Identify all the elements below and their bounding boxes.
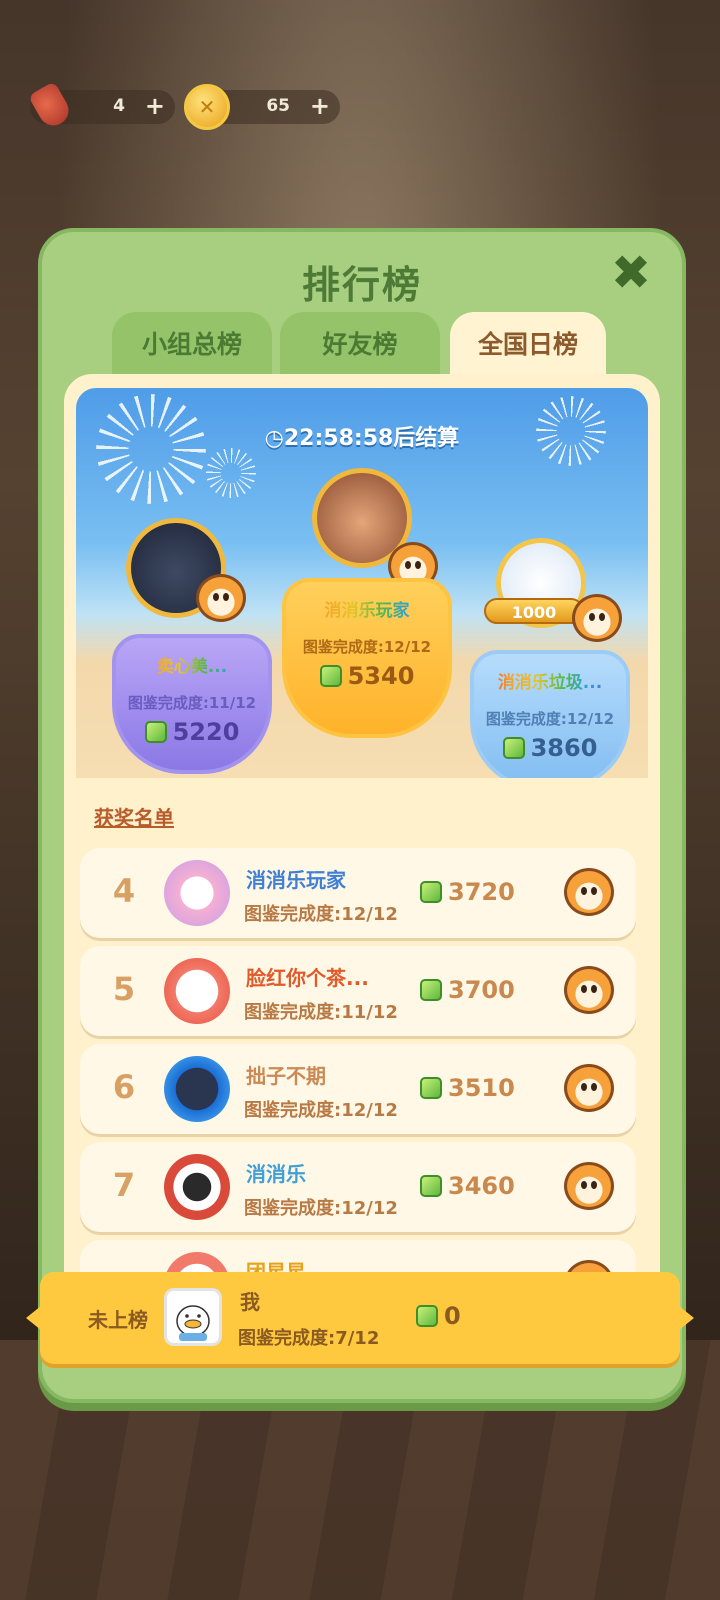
gem-icon — [420, 1077, 442, 1099]
gem-icon — [416, 1305, 438, 1327]
firework-decoration — [206, 448, 256, 498]
player-name: 卖心美... — [126, 652, 258, 682]
coin-count: 65 — [266, 96, 290, 116]
player-name: 消消乐垃圾... — [484, 668, 616, 698]
tiger-badge-icon — [572, 594, 622, 642]
leaderboard-panel: 排行榜 ✖ 小组总榜 好友榜 全国日榜 ◷22:58:58后结算 1000 卖心… — [38, 228, 686, 1403]
gem-icon — [502, 737, 525, 759]
podium-first[interactable]: 消消乐玩家 图鉴完成度:12/12 5340 — [282, 578, 452, 738]
frame-badge: 1000 — [484, 598, 584, 624]
coin-icon — [184, 84, 230, 130]
player-name: 消消乐玩家 — [246, 868, 346, 892]
tab-group-total[interactable]: 小组总榜 — [112, 312, 272, 378]
player-score: 5340 — [286, 662, 448, 690]
podium-second[interactable]: 卖心美... 图鉴完成度:11/12 5220 — [112, 634, 272, 774]
collection-completion: 图鉴完成度:11/12 — [244, 1002, 398, 1023]
gem-icon — [319, 665, 342, 687]
my-rank-bar[interactable]: 未上榜 我 图鉴完成度:7/12 0 — [40, 1272, 680, 1364]
close-icon[interactable]: ✖ — [606, 248, 656, 298]
avatar[interactable] — [164, 1154, 230, 1220]
rank-number: 4 — [112, 872, 136, 910]
tiger-badge-icon — [564, 1162, 614, 1210]
panel-title: 排行榜 — [301, 263, 422, 307]
collection-completion: 图鉴完成度:7/12 — [238, 1328, 380, 1349]
tiger-badge-icon — [564, 966, 614, 1014]
podium-stage: ◷22:58:58后结算 1000 卖心美... 图鉴完成度:11/12 522… — [76, 388, 648, 778]
duck-avatar-icon — [176, 1305, 210, 1341]
my-name: 我 — [240, 1290, 260, 1314]
player-score: 3700 — [420, 976, 515, 1004]
player-score: 3860 — [474, 734, 626, 762]
table-row[interactable]: 5 脸红你个茶... 图鉴完成度:11/12 3700 — [80, 946, 636, 1036]
collection-completion: 图鉴完成度:12/12 — [244, 1198, 398, 1219]
collection-completion: 图鉴完成度:12/12 — [485, 710, 615, 728]
collection-completion: 图鉴完成度:12/12 — [302, 638, 432, 656]
collection-completion: 图鉴完成度:11/12 — [127, 694, 257, 712]
leaderboard-content: ◷22:58:58后结算 1000 卖心美... 图鉴完成度:11/12 522… — [64, 374, 660, 1364]
player-name: 消消乐 — [246, 1162, 306, 1186]
player-name: 拙子不期 — [246, 1064, 326, 1088]
tiger-badge-icon — [196, 574, 246, 622]
gem-icon — [420, 881, 442, 903]
tiger-badge-icon — [564, 1064, 614, 1112]
rank-number: 7 — [112, 1166, 136, 1204]
avatar[interactable] — [164, 860, 230, 926]
player-score: 3510 — [420, 1074, 515, 1102]
collection-completion: 图鉴完成度:12/12 — [244, 904, 398, 925]
table-row[interactable]: 6 拙子不期 图鉴完成度:12/12 3510 — [80, 1044, 636, 1134]
rank-number: 6 — [112, 1068, 136, 1106]
gem-icon — [144, 721, 167, 743]
rank-status: 未上榜 — [88, 1308, 148, 1332]
avatar[interactable] — [164, 958, 230, 1024]
winners-list-title: 获奖名单 — [94, 806, 174, 830]
tab-national-daily[interactable]: 全国日榜 — [450, 312, 606, 378]
item-count: 4 — [113, 96, 125, 116]
player-name: 消消乐玩家 — [296, 596, 438, 626]
player-score: 3460 — [420, 1172, 515, 1200]
rank-number: 5 — [112, 970, 136, 1008]
tiger-badge-icon — [564, 868, 614, 916]
gem-icon — [420, 979, 442, 1001]
player-name: 脸红你个茶... — [246, 966, 369, 990]
item-counter: 4 + — [28, 81, 175, 131]
avatar[interactable] — [164, 1288, 222, 1346]
add-coin-button[interactable]: + — [310, 93, 330, 119]
gem-icon — [420, 1175, 442, 1197]
avatar[interactable] — [164, 1056, 230, 1122]
collection-completion: 图鉴完成度:12/12 — [244, 1100, 398, 1121]
my-score: 0 — [416, 1302, 461, 1330]
add-item-button[interactable]: + — [145, 93, 165, 119]
player-score: 3720 — [420, 878, 515, 906]
settlement-countdown: ◷22:58:58后结算 — [264, 426, 460, 451]
podium-third[interactable]: 消消乐垃圾... 图鉴完成度:12/12 3860 — [470, 650, 630, 778]
tab-friends[interactable]: 好友榜 — [280, 312, 440, 378]
table-row[interactable]: 7 消消乐 图鉴完成度:12/12 3460 — [80, 1142, 636, 1232]
player-score: 5220 — [116, 718, 268, 746]
table-row[interactable]: 4 消消乐玩家 图鉴完成度:12/12 3720 — [80, 848, 636, 938]
coin-counter: 65 + — [184, 84, 340, 130]
